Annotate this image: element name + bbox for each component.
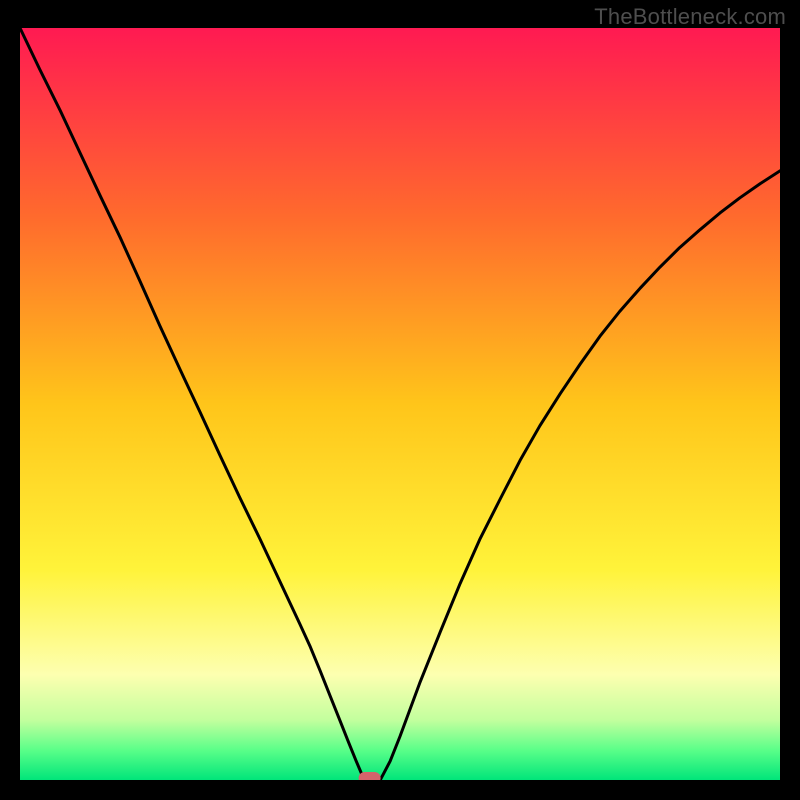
optimal-point-marker xyxy=(359,772,381,780)
watermark-text: TheBottleneck.com xyxy=(594,4,786,30)
chart-frame xyxy=(20,28,780,780)
bottleneck-chart xyxy=(20,28,780,780)
chart-background xyxy=(20,28,780,780)
